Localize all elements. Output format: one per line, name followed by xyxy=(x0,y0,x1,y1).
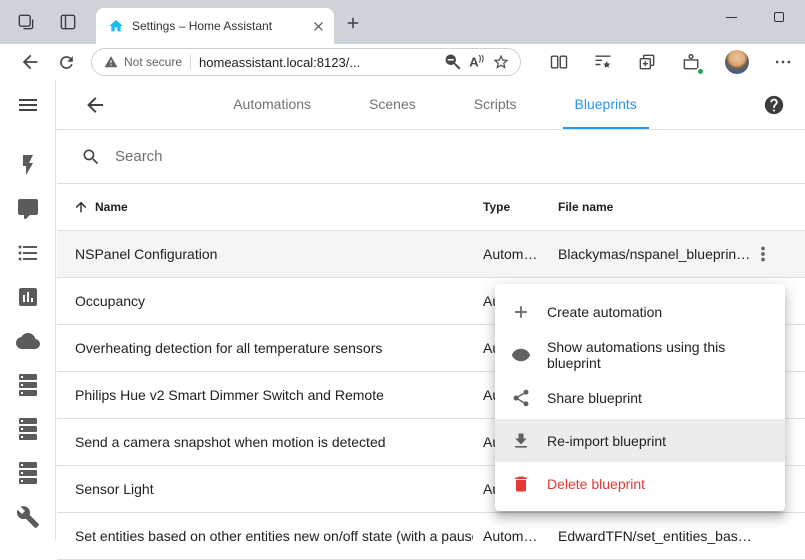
row-name: Send a camera snapshot when motion is de… xyxy=(75,434,386,450)
table-row[interactable]: NSPanel Configuration Autom… Blackymas/n… xyxy=(57,231,805,278)
menu-item-create-automation[interactable]: Create automation xyxy=(495,290,785,333)
row-name: NSPanel Configuration xyxy=(75,246,217,262)
menu-item-label: Show automations using this blueprint xyxy=(547,339,769,371)
history-chart-icon[interactable] xyxy=(16,285,40,309)
menu-item-label: Re-import blueprint xyxy=(547,433,666,449)
window-maximize-button[interactable] xyxy=(756,0,802,34)
row-type: Autom… xyxy=(483,246,549,262)
server-icon-3[interactable] xyxy=(16,461,40,485)
column-header-file[interactable]: File name xyxy=(558,200,613,214)
browser-tab[interactable]: Settings – Home Assistant xyxy=(96,8,334,44)
search-placeholder: Search xyxy=(115,148,163,165)
security-label: Not secure xyxy=(124,55,182,69)
browser-toolbar: Not secure homeassistant.local:8123/... … xyxy=(0,44,805,80)
tab-close-icon[interactable] xyxy=(311,19,326,34)
menu-item-label: Create automation xyxy=(547,304,662,320)
collections-icon[interactable] xyxy=(637,52,657,72)
toolbar-right-icons xyxy=(549,50,793,74)
extension-status-dot xyxy=(696,67,705,76)
column-header-name[interactable]: Name xyxy=(73,199,128,215)
ha-header: Automations Scenes Scripts Blueprints xyxy=(57,80,805,130)
help-icon[interactable] xyxy=(763,94,785,116)
row-type: Autom… xyxy=(483,528,549,544)
ha-sidebar xyxy=(0,80,56,540)
eye-icon xyxy=(511,345,531,365)
workspaces-icon[interactable] xyxy=(14,10,38,34)
sort-ascending-icon xyxy=(73,199,89,215)
zoom-out-icon[interactable] xyxy=(443,53,462,72)
trash-icon xyxy=(511,474,531,494)
browser-back-icon[interactable] xyxy=(18,50,42,74)
tab-actions-icon[interactable] xyxy=(56,10,80,34)
favorites-icon[interactable] xyxy=(593,52,613,72)
menu-item-reimport-blueprint[interactable]: Re-import blueprint xyxy=(495,419,785,462)
tab-scenes[interactable]: Scenes xyxy=(357,80,428,129)
split-screen-icon[interactable] xyxy=(549,52,569,72)
menu-item-share-blueprint[interactable]: Share blueprint xyxy=(495,376,785,419)
sidebar-menu-icon[interactable] xyxy=(16,93,40,117)
browser-refresh-icon[interactable] xyxy=(56,52,77,73)
new-tab-icon[interactable] xyxy=(342,12,364,34)
flash-icon[interactable] xyxy=(16,153,40,177)
table-header-row: Name Type File name xyxy=(57,184,805,231)
row-name: Set entities based on other entities new… xyxy=(75,528,473,544)
table-row[interactable]: Set entities based on other entities new… xyxy=(57,513,805,560)
menu-item-show-automations[interactable]: Show automations using this blueprint xyxy=(495,333,785,376)
ha-back-icon[interactable] xyxy=(83,93,107,117)
read-aloud-icon[interactable]: A)) xyxy=(469,55,484,68)
extensions-icon[interactable] xyxy=(681,52,701,72)
search-icon xyxy=(81,147,101,167)
logbook-list-icon[interactable] xyxy=(16,241,40,265)
server-icon[interactable] xyxy=(16,373,40,397)
window-minimize-button[interactable] xyxy=(708,0,754,34)
menu-item-label: Delete blueprint xyxy=(547,476,645,492)
browser-tab-bar: Settings – Home Assistant xyxy=(0,0,805,44)
menu-item-delete-blueprint[interactable]: Delete blueprint xyxy=(495,462,785,505)
address-bar[interactable]: Not secure homeassistant.local:8123/... … xyxy=(91,48,521,76)
plus-icon xyxy=(511,302,531,322)
tab-scripts[interactable]: Scripts xyxy=(462,80,529,129)
sidebar-nav xyxy=(16,153,40,529)
search-input[interactable]: Search xyxy=(57,130,805,184)
server-icon-2[interactable] xyxy=(16,417,40,441)
row-context-menu: Create automation Show automations using… xyxy=(495,284,785,511)
row-file: Blackymas/nspanel_blueprin… xyxy=(558,246,750,262)
favorite-star-icon[interactable] xyxy=(491,53,510,72)
column-header-type[interactable]: Type xyxy=(483,200,510,214)
row-name: Sensor Light xyxy=(75,481,154,497)
ha-tab-bar: Automations Scenes Scripts Blueprints xyxy=(107,80,763,129)
profile-avatar[interactable] xyxy=(725,50,749,74)
row-name: Occupancy xyxy=(75,293,145,309)
row-overflow-menu-icon[interactable] xyxy=(751,242,775,266)
assist-chat-icon[interactable] xyxy=(16,197,40,221)
tab-automations[interactable]: Automations xyxy=(221,80,323,129)
cloud-icon[interactable] xyxy=(16,329,40,353)
row-name: Overheating detection for all temperatur… xyxy=(75,340,382,356)
address-divider xyxy=(190,55,191,70)
row-file: EdwardTFN/set_entities_bas… xyxy=(558,528,750,544)
not-secure-warning-icon xyxy=(104,55,118,69)
wrench-icon[interactable] xyxy=(16,505,40,529)
home-assistant-favicon xyxy=(108,18,124,34)
download-icon xyxy=(511,431,531,451)
share-icon xyxy=(511,388,531,408)
browser-menu-icon[interactable] xyxy=(773,52,793,72)
tab-blueprints[interactable]: Blueprints xyxy=(563,80,649,129)
row-name: Philips Hue v2 Smart Dimmer Switch and R… xyxy=(75,387,384,403)
tab-title: Settings – Home Assistant xyxy=(132,19,303,33)
menu-item-label: Share blueprint xyxy=(547,390,642,406)
url-text: homeassistant.local:8123/... xyxy=(199,55,436,70)
